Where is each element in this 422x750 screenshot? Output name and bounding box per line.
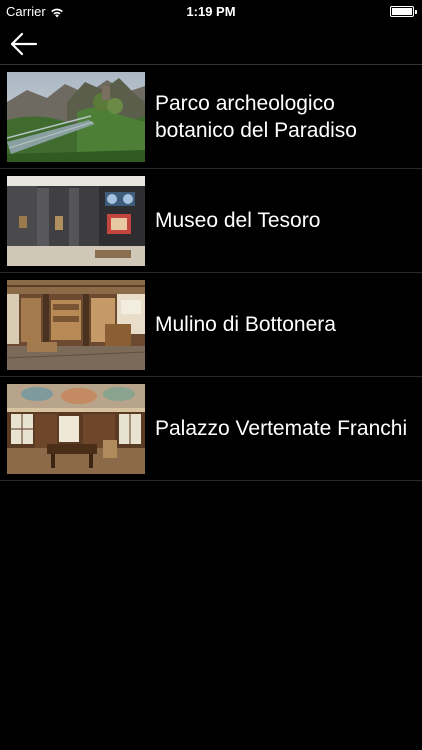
sites-list: Parco archeologico botanico del Paradiso: [0, 65, 422, 481]
list-item-museo-tesoro[interactable]: Museo del Tesoro: [0, 169, 422, 273]
list-item-title: Parco archeologico botanico del Paradiso: [155, 91, 357, 142]
list-item-palazzo-vertemate[interactable]: Palazzo Vertemate Franchi: [0, 377, 422, 481]
museum-display-room-photo: [7, 176, 145, 266]
list-item-mulino-bottonera[interactable]: Mulino di Bottonera: [0, 273, 422, 377]
status-time: 1:19 PM: [186, 4, 236, 19]
wooden-mill-interior-photo: [7, 280, 145, 370]
status-bar: Carrier 1:19 PM: [0, 0, 422, 22]
list-item-title: Palazzo Vertemate Franchi: [155, 417, 408, 440]
arrow-left-icon: [10, 32, 38, 56]
list-item-title: Museo del Tesoro: [155, 209, 321, 232]
back-button[interactable]: [8, 28, 40, 60]
navigation-bar: [0, 22, 422, 65]
mountain-walkway-photo: [7, 72, 145, 162]
list-item-parco-archeologico[interactable]: Parco archeologico botanico del Paradiso: [0, 65, 422, 169]
frescoed-palace-room-photo: [7, 384, 145, 474]
battery-full-icon: [390, 6, 417, 17]
list-item-title: Mulino di Bottonera: [155, 313, 336, 336]
